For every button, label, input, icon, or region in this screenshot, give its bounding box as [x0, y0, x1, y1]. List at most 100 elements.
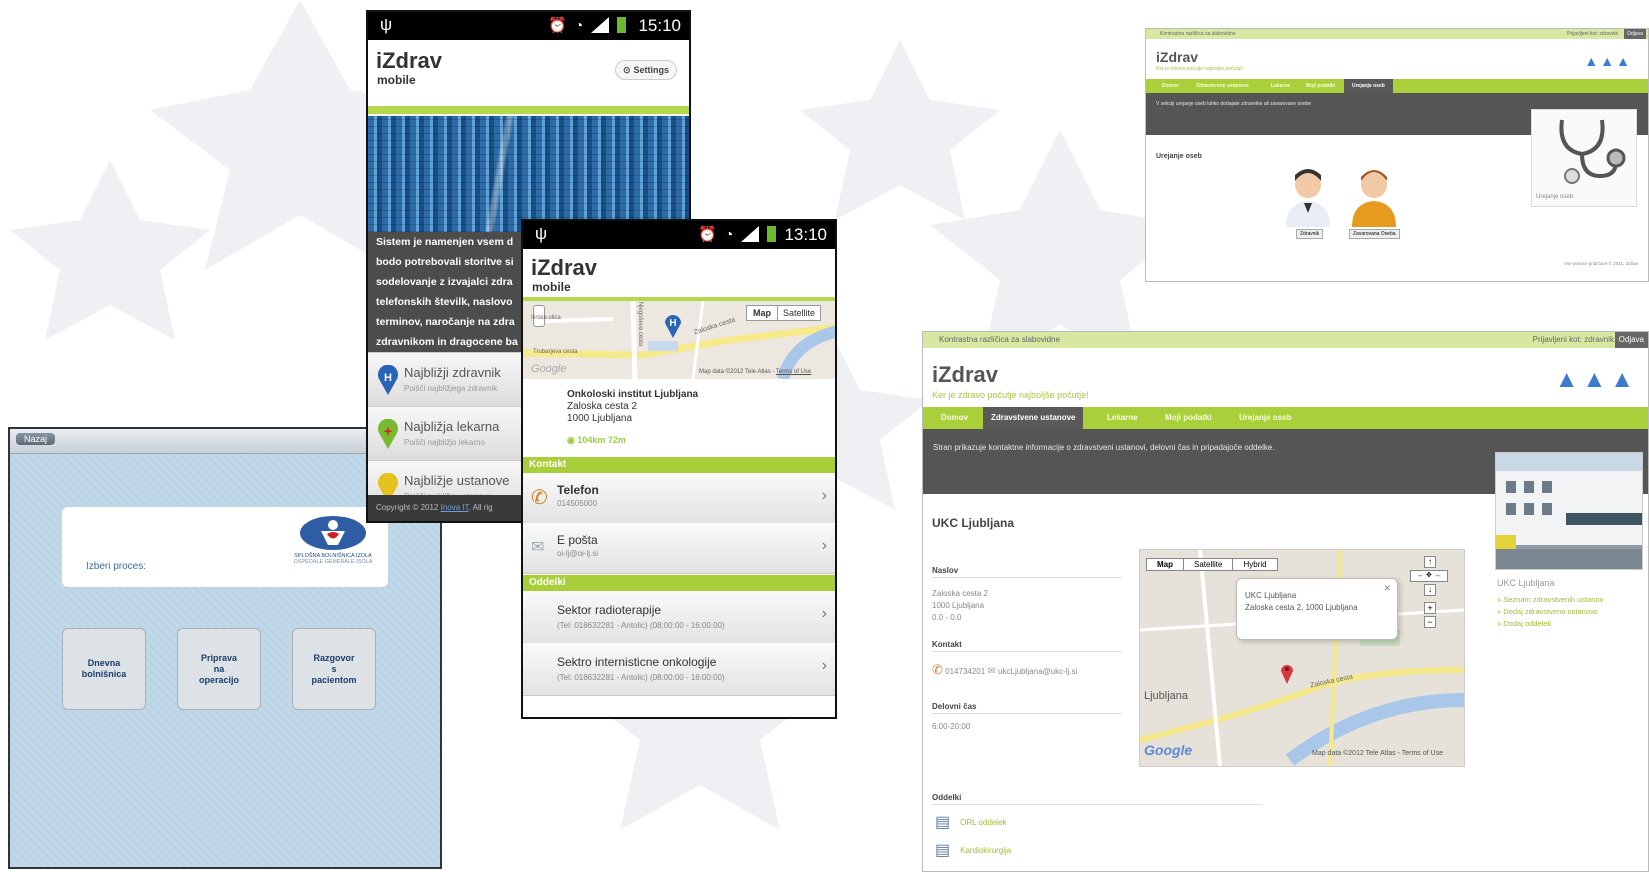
google-logo: Google [531, 363, 567, 375]
wifi-icon: ◔ [724, 226, 734, 242]
map-street-label: Trubarjeva cesta [533, 349, 578, 355]
font-size-icons[interactable]: ▲▲▲ [1555, 366, 1638, 394]
contrast-link[interactable]: Kontrastna različica za slabovidne [939, 332, 1060, 348]
nav-pharmacies[interactable]: Lekarne [1107, 407, 1138, 429]
hours-value: 6:00-20:00 [932, 722, 971, 731]
nav-my-data[interactable]: Moji podatki [1165, 407, 1212, 429]
header-divider [368, 106, 689, 114]
department-title: Sektro internisticne onkologije [557, 655, 717, 669]
phone-title: Telefon [557, 483, 599, 497]
address-line: 0.0 - 0.0 [932, 613, 962, 622]
site-tagline: Ker je zdravo počutje najboljše počutje! [1156, 66, 1243, 72]
pan-up-icon[interactable]: ↑ [1424, 556, 1436, 568]
close-icon[interactable]: ✕ [1383, 583, 1391, 594]
email-row[interactable]: ✉ E pošta oi-lj@oi-lj.si › [523, 523, 835, 574]
address-label: Naslov [932, 566, 959, 575]
map-type-hybrid-button[interactable]: Hybrid [1233, 559, 1276, 570]
map-pan-zoom-control[interactable]: ↑ ← ✥ → ↓ + − [1410, 556, 1450, 628]
institution-street: Zaloska cesta 2 [567, 401, 638, 412]
footer-text: Vse pravice pridržane © 2011, iZdrav [1563, 261, 1638, 266]
process-button-day-hospital[interactable]: Dnevna bolnišnica [62, 628, 146, 710]
logout-button[interactable]: Odjava [1614, 332, 1648, 348]
back-button[interactable]: Nazaj [16, 433, 56, 445]
email-title: E pošta [557, 533, 598, 547]
svg-text:+: + [384, 423, 392, 439]
map-type-satellite-button[interactable]: Satellite [1184, 559, 1234, 570]
chevron-right-icon: › [821, 605, 827, 622]
doctor-avatar-icon[interactable] [1282, 167, 1334, 227]
phone-icon: ✆ [531, 487, 548, 509]
department-icon: ▤ [935, 842, 951, 859]
institution-heading: UKC Ljubljana [932, 516, 1015, 530]
nav-persons[interactable]: Urejanje oseb [1239, 407, 1291, 429]
map-type-map-button[interactable]: Map [1147, 559, 1184, 570]
department-item[interactable]: ▤ Kardiokirurgija [935, 840, 1011, 860]
side-link-add-department[interactable]: » Dodaj oddelek [1497, 618, 1603, 630]
stethoscope-caption: Urejanje oseb [1536, 194, 1574, 200]
map-street-label: Njegoševa cesta [637, 301, 644, 347]
nav-persons[interactable]: Urejanje oseb [1344, 79, 1393, 93]
nav-home[interactable]: Domov [1162, 79, 1179, 93]
contrast-link[interactable]: Kontrastna različica za slabovidne [1160, 29, 1236, 39]
nav-institutions[interactable]: Zdravstvene ustanove [983, 407, 1084, 429]
institution-map[interactable]: Map Satellite Hybrid ↑ ← ✥ → ↓ + − UKC L… [1139, 549, 1465, 767]
insured-person-avatar-icon[interactable] [1348, 167, 1400, 227]
copyright-text: Copyright © 2012 [376, 503, 439, 512]
map-type-map-button[interactable]: Map [746, 305, 778, 321]
department-icon: ▤ [935, 814, 951, 831]
nav-home[interactable]: Domov [941, 407, 968, 429]
department-link[interactable]: ORL oddelek [960, 818, 1006, 827]
side-link-add-institution[interactable]: » Dodaj zdravstveno ustanovo [1497, 606, 1603, 618]
nav-my-data[interactable]: Moji podatki [1306, 79, 1335, 93]
side-link-label: Seznam zdravstvenih ustanov [1503, 595, 1604, 604]
main-nav: Domov Zdravstvene ustanove Lekarne Moji … [923, 407, 1648, 429]
hospital-photo [1495, 452, 1643, 570]
doctor-pin-icon: H [378, 365, 398, 395]
chevron-right-icon: › [821, 537, 827, 554]
side-link-list-institutions[interactable]: » Seznam zdravstvenih ustanov [1497, 594, 1603, 606]
department-item[interactable]: ▤ ORL oddelek [935, 812, 1007, 832]
chevron-right-icon: › [821, 487, 827, 504]
settings-button[interactable]: ⊙ Settings [615, 60, 677, 80]
location-marker-icon[interactable] [1280, 662, 1294, 684]
mail-icon: ✉ [531, 539, 545, 556]
nav-pharmacies[interactable]: Lekarne [1271, 79, 1290, 93]
process-button-patient-talk[interactable]: Razgovor s pacientom [292, 628, 376, 710]
department-row[interactable]: Sektro internisticne onkologije (Tel: 01… [523, 643, 835, 696]
map[interactable]: Map Satellite H Zaloska cesta Trubarjeva… [523, 301, 835, 379]
process-button-surgery-prep[interactable]: Priprava na operacijo [177, 628, 261, 710]
map-terms-link[interactable]: Terms of Use [1402, 750, 1443, 757]
phone-institution-screen: ψ ⏰ ◔ 13:10 iZdrav mobile Map Satellite … [521, 219, 837, 719]
institution-city: 1000 Ljubljana [567, 413, 633, 424]
app-title: iZdrav [376, 48, 443, 73]
doctor-button[interactable]: Zdravnik [1296, 229, 1324, 239]
stethoscope-card: Urejanje oseb [1531, 109, 1637, 207]
pan-down-icon[interactable]: ↓ [1424, 584, 1436, 596]
hospital-logo-text: SPLOŠNA BOLNIŠNICA IZOLA OSPEDALE GENERA… [288, 553, 378, 565]
contact-phone: 014734201 [945, 667, 986, 676]
zoom-out-icon[interactable]: − [1424, 616, 1436, 628]
logged-in-label: Prijavljeni kot: zdravnik [1532, 335, 1614, 344]
map-terms-link[interactable]: Terms of Use [776, 369, 811, 375]
battery-icon [767, 226, 777, 242]
copyright-link[interactable]: Inova IT [441, 503, 469, 512]
department-row[interactable]: Sektor radioterapije (Tel: 018632281 - A… [523, 591, 835, 644]
font-size-icons[interactable]: ▲▲▲ [1584, 53, 1632, 69]
pan-horizontal-icon[interactable]: ← ✥ → [1410, 570, 1448, 582]
hospital-marker-icon[interactable]: H [664, 312, 682, 338]
hospital-logo-icon [300, 516, 366, 550]
phone-row[interactable]: ✆ Telefon 014505000 › [523, 473, 835, 524]
app-subtitle: mobile [377, 73, 416, 87]
nav-institutions[interactable]: Zdravstvene ustanove [1196, 79, 1249, 93]
map-type-satellite-button[interactable]: Satellite [777, 305, 821, 321]
item-subtitle: Poišči najbližjo lekarno [404, 438, 485, 447]
item-title: Najbližja lekarna [404, 419, 500, 434]
insured-person-button[interactable]: Zavarovana Oseba [1349, 229, 1400, 239]
zoom-in-icon[interactable]: + [1424, 602, 1436, 614]
departments-label: Oddelki [932, 793, 962, 802]
department-link[interactable]: Kardiokirurgija [960, 846, 1011, 855]
institution-name: Onkoloski institut Ljubljana [567, 389, 699, 400]
contact-email[interactable]: ukcLjubljana@ukc-lj.si [998, 667, 1077, 676]
address-line: 1000 Ljubljana [932, 601, 985, 610]
logout-button[interactable]: Odjava [1624, 29, 1646, 39]
